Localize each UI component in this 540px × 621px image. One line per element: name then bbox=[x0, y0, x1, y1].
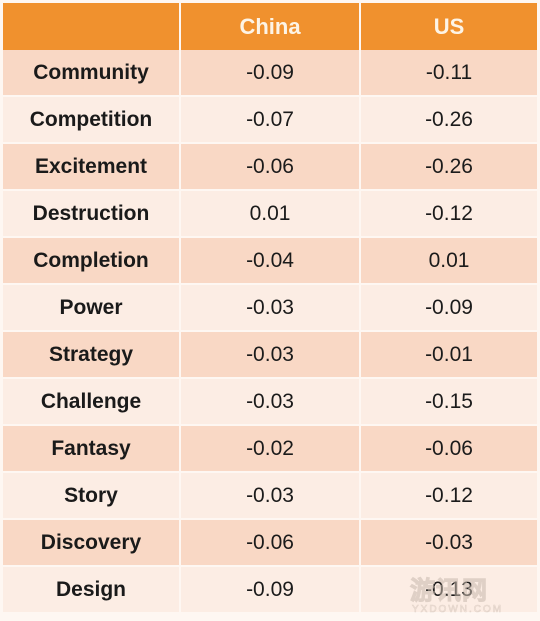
cell-china: -0.03 bbox=[181, 473, 361, 520]
row-label: Community bbox=[3, 50, 181, 97]
cell-us: -0.03 bbox=[361, 520, 537, 567]
cell-us: -0.15 bbox=[361, 379, 537, 426]
row-label: Fantasy bbox=[3, 426, 181, 473]
table-row: Competition -0.07 -0.26 bbox=[3, 97, 537, 144]
table-row: Community -0.09 -0.11 bbox=[3, 50, 537, 97]
table-row: Story -0.03 -0.12 bbox=[3, 473, 537, 520]
cell-us: -0.12 bbox=[361, 191, 537, 238]
row-label: Strategy bbox=[3, 332, 181, 379]
comparison-table-container: China US Community -0.09 -0.11 Competiti… bbox=[0, 0, 540, 621]
cell-china: -0.02 bbox=[181, 426, 361, 473]
table-row: Fantasy -0.02 -0.06 bbox=[3, 426, 537, 473]
cell-china: 0.01 bbox=[181, 191, 361, 238]
row-label: Discovery bbox=[3, 520, 181, 567]
table-body: Community -0.09 -0.11 Competition -0.07 … bbox=[3, 50, 537, 614]
cell-china: -0.06 bbox=[181, 520, 361, 567]
cell-china: -0.07 bbox=[181, 97, 361, 144]
cell-us: -0.11 bbox=[361, 50, 537, 97]
column-header-us: US bbox=[361, 3, 537, 50]
cell-us: -0.26 bbox=[361, 144, 537, 191]
row-label: Design bbox=[3, 567, 181, 614]
correlation-table: China US Community -0.09 -0.11 Competiti… bbox=[3, 3, 537, 614]
cell-china: -0.04 bbox=[181, 238, 361, 285]
cell-us: 0.01 bbox=[361, 238, 537, 285]
table-row: Power -0.03 -0.09 bbox=[3, 285, 537, 332]
table-row: Discovery -0.06 -0.03 bbox=[3, 520, 537, 567]
cell-china: -0.06 bbox=[181, 144, 361, 191]
table-row: Strategy -0.03 -0.01 bbox=[3, 332, 537, 379]
table-header-row: China US bbox=[3, 3, 537, 50]
table-header: China US bbox=[3, 3, 537, 50]
column-header-china: China bbox=[181, 3, 361, 50]
table-row: Destruction 0.01 -0.12 bbox=[3, 191, 537, 238]
cell-china: -0.03 bbox=[181, 332, 361, 379]
cell-china: -0.09 bbox=[181, 50, 361, 97]
row-label: Challenge bbox=[3, 379, 181, 426]
cell-us: -0.26 bbox=[361, 97, 537, 144]
cell-us: -0.06 bbox=[361, 426, 537, 473]
cell-us: -0.13 bbox=[361, 567, 537, 614]
column-header-category bbox=[3, 3, 181, 50]
table-row: Excitement -0.06 -0.26 bbox=[3, 144, 537, 191]
cell-china: -0.09 bbox=[181, 567, 361, 614]
row-label: Excitement bbox=[3, 144, 181, 191]
cell-us: -0.09 bbox=[361, 285, 537, 332]
cell-us: -0.12 bbox=[361, 473, 537, 520]
table-row: Completion -0.04 0.01 bbox=[3, 238, 537, 285]
row-label: Competition bbox=[3, 97, 181, 144]
table-row: Design -0.09 -0.13 bbox=[3, 567, 537, 614]
cell-china: -0.03 bbox=[181, 379, 361, 426]
row-label: Power bbox=[3, 285, 181, 332]
cell-us: -0.01 bbox=[361, 332, 537, 379]
row-label: Destruction bbox=[3, 191, 181, 238]
table-row: Challenge -0.03 -0.15 bbox=[3, 379, 537, 426]
row-label: Completion bbox=[3, 238, 181, 285]
row-label: Story bbox=[3, 473, 181, 520]
cell-china: -0.03 bbox=[181, 285, 361, 332]
